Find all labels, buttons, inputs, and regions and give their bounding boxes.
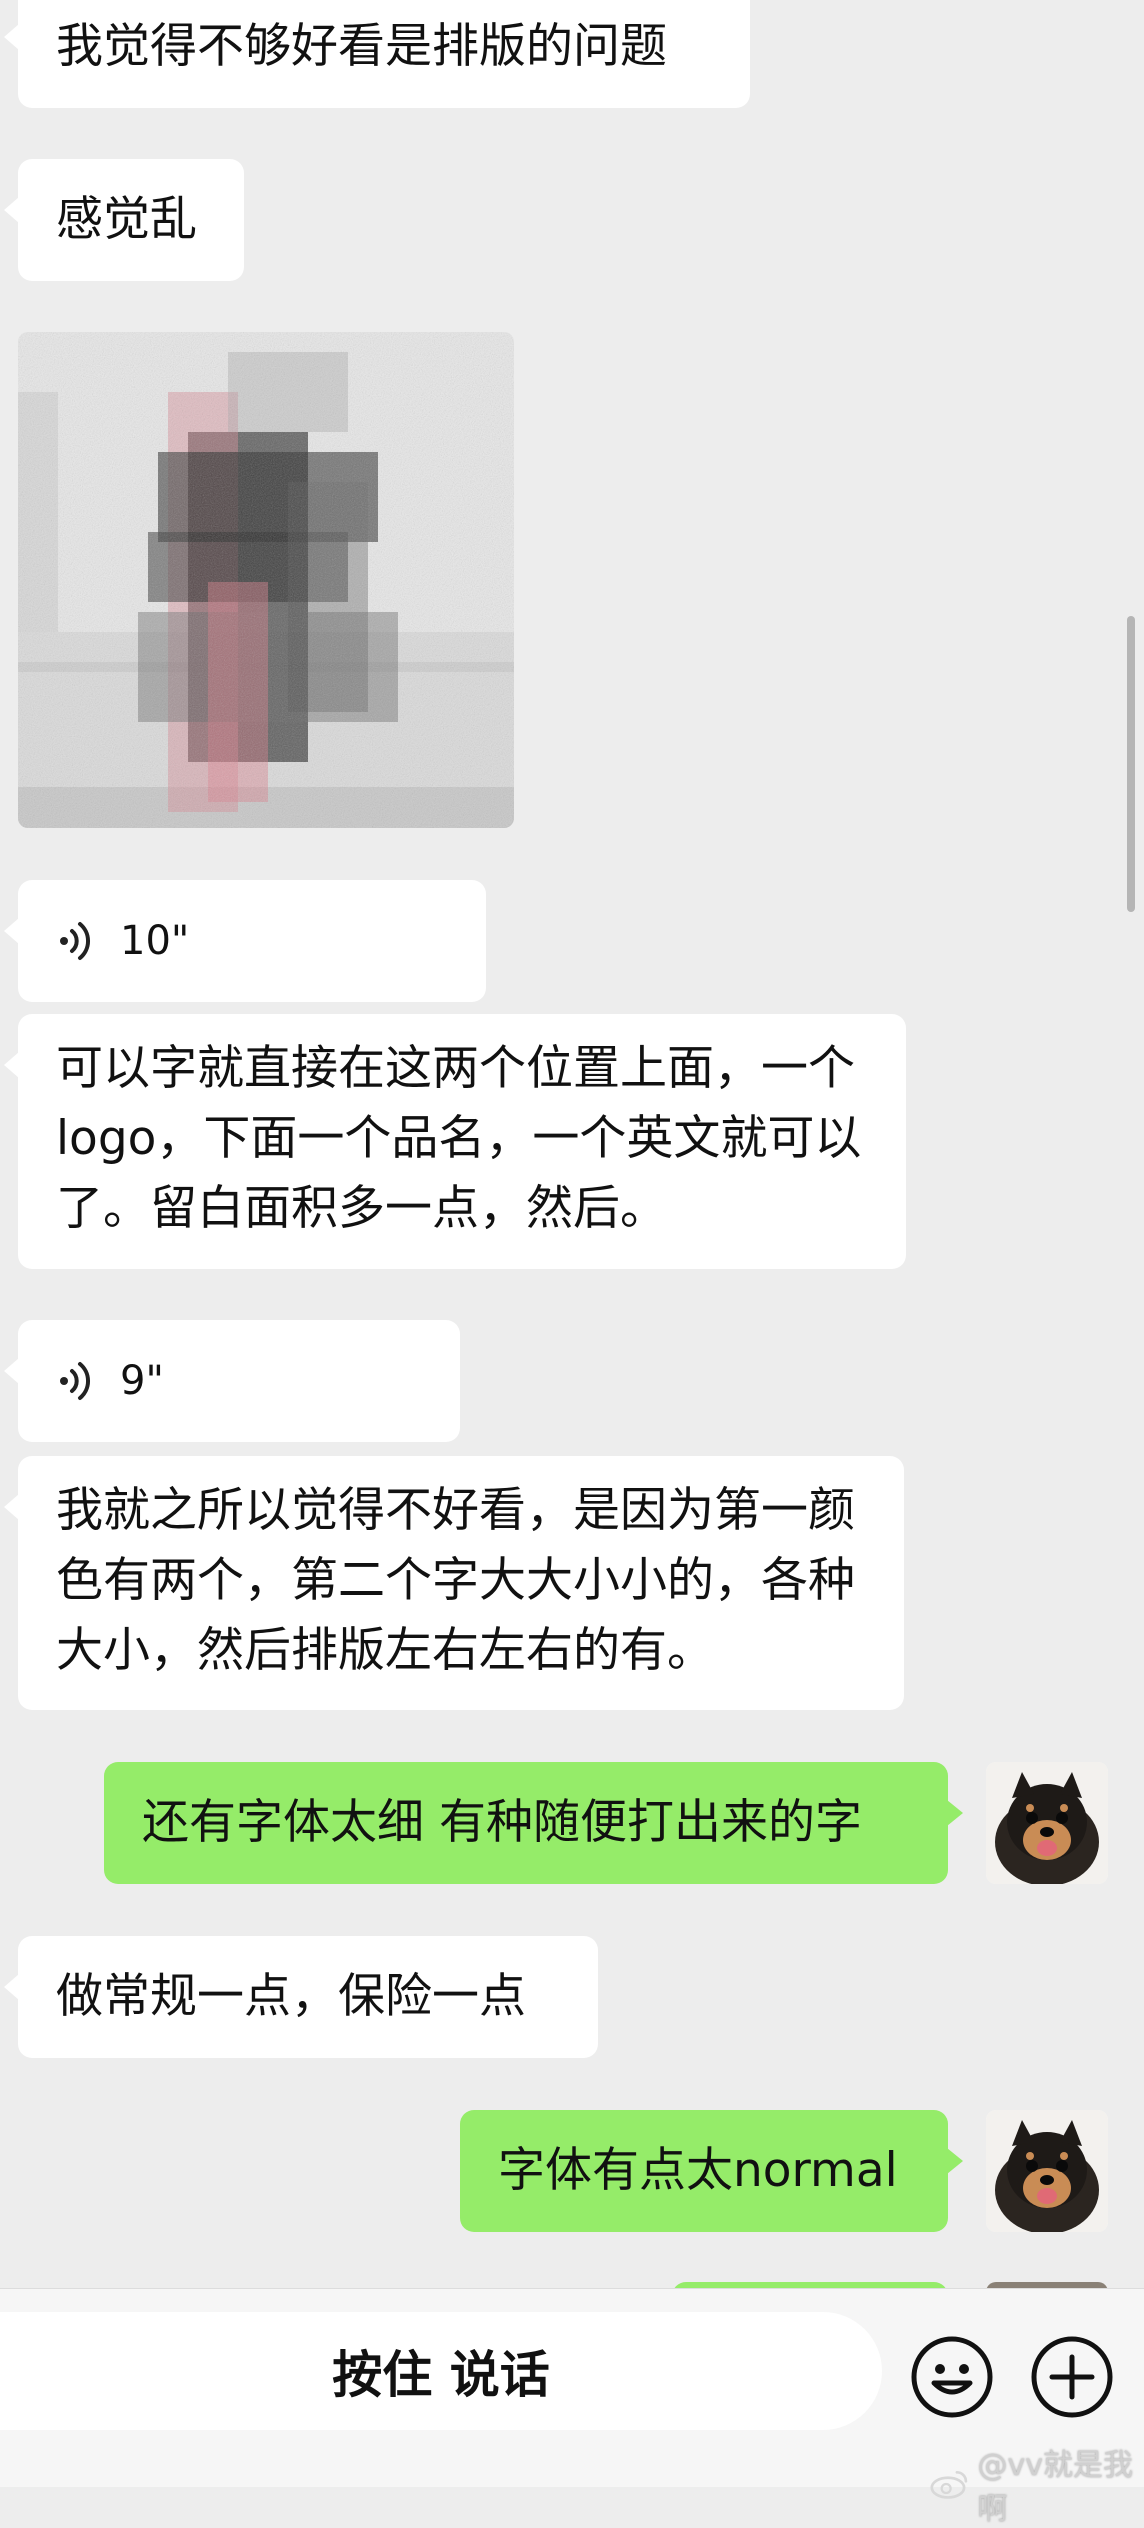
avatar[interactable] (986, 2110, 1108, 2232)
emoji-button[interactable] (910, 2335, 994, 2419)
message-text: 我觉得不够好看是排版的问题 (56, 19, 667, 74)
message-text: 还有字体太细 有种随便打出来的字 (142, 1795, 862, 1850)
pomeranian-avatar-image (986, 1762, 1108, 1884)
message-text: 字体有点太normal (498, 2143, 898, 2198)
watermark: @vv就是我啊 (930, 2440, 1144, 2528)
pomeranian-avatar-image (986, 2110, 1108, 2232)
message-bubble-incoming[interactable]: 感觉乱 (4, 159, 244, 281)
message-text: 做常规一点，保险一点 (56, 1969, 526, 2024)
voice-message[interactable]: 9" (4, 1320, 460, 1442)
hold-to-talk-label: 按住 说话 (332, 2346, 550, 2404)
message-bubble-incoming[interactable]: 可以字就直接在这两个位置上面，一个logo，下面一个品名，一个英文就可以了。留白… (4, 1014, 906, 1269)
message-text: 感觉乱 (56, 192, 197, 247)
voice-wave-icon (60, 922, 91, 960)
message-text: 可以字就直接在这两个位置上面，一个logo，下面一个品名，一个英文就可以了。留白… (56, 1041, 862, 1236)
plus-button[interactable] (1030, 2335, 1114, 2419)
message-bubble-outgoing[interactable]: 还有字体太细 有种随便打出来的字 (104, 1762, 963, 1884)
message-text: 我就之所以觉得不好看，是因为第一颜色有两个，第二个字大大小小的，各种大小，然后排… (56, 1483, 855, 1678)
message-bubble-incoming[interactable]: 做常规一点，保险一点 (4, 1936, 598, 2058)
plus-icon (1031, 2336, 1113, 2418)
message-bubble-incoming[interactable]: 我就之所以觉得不好看，是因为第一颜色有两个，第二个字大大小小的，各种大小，然后排… (4, 1456, 904, 1710)
voice-message[interactable]: 10" (4, 880, 486, 1002)
message-bubble-outgoing[interactable]: 字体有点太normal (460, 2110, 963, 2232)
message-bubble-incoming[interactable]: 我觉得不够好看是排版的问题 (4, 0, 750, 108)
hold-to-talk-button[interactable]: 按住 说话 (0, 2312, 882, 2430)
scribbled-photo (18, 332, 514, 828)
image-message[interactable] (18, 332, 514, 828)
weibo-icon (930, 2470, 968, 2499)
voice-duration: 10" (120, 918, 190, 964)
watermark-text: @vv就是我啊 (977, 2448, 1133, 2527)
emoji-icon (911, 2336, 993, 2418)
voice-duration: 9" (120, 1358, 164, 1404)
voice-wave-icon (60, 1362, 91, 1400)
avatar[interactable] (986, 1762, 1108, 1884)
scrollbar[interactable] (1127, 616, 1135, 912)
